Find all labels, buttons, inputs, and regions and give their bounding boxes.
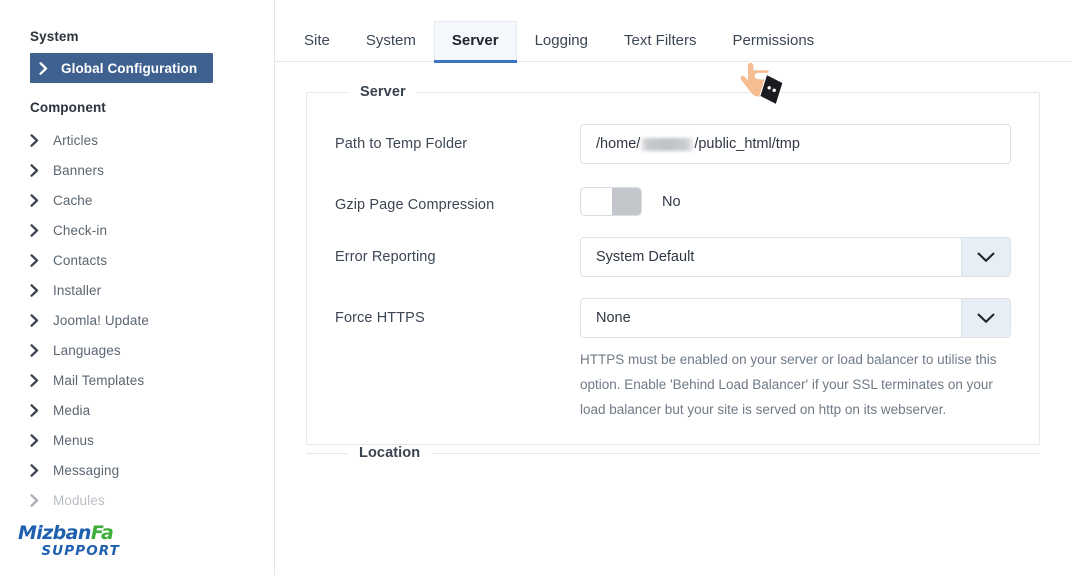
sidebar-item-label: Installer [53,283,102,298]
toggle-knob [581,188,612,215]
form-row-gzip-compression: Gzip Page Compression No [335,164,1011,216]
sidebar-item-articles[interactable]: Articles [0,126,274,155]
sidebar-item-label: Cache [53,193,93,208]
chevron-right-icon [30,254,44,267]
temp-folder-value-prefix: /home/ [596,136,641,152]
control-error-reporting: System Default [580,237,1011,277]
gzip-toggle-state-label: No [662,193,681,210]
sidebar-item-label: Banners [53,163,104,178]
joomla-global-configuration-screen: System Global Configuration Component Ar… [0,0,1084,575]
force-https-select[interactable]: None [580,298,1011,338]
sidebar-group-title-component: Component [30,100,106,115]
sidebar-item-check-in[interactable]: Check-in [0,216,274,245]
temp-folder-value-suffix: /public_html/tmp [694,136,800,152]
chevron-right-icon [30,134,44,147]
sidebar-item-label: Languages [53,343,121,358]
chevron-right-icon [30,224,44,237]
chevron-right-icon [30,314,44,327]
chevron-down-icon[interactable] [961,299,1010,337]
control-gzip-page-compression: No [580,185,1011,216]
tab-system[interactable]: System [348,21,434,62]
error-reporting-select[interactable]: System Default [580,237,1011,277]
server-fieldset-legend: Server [360,84,406,100]
control-force-https: None HTTPS must be enabled on your serve… [580,298,1011,422]
server-tab-panel: Server Path to Temp Folder /home/ /public… [275,62,1084,485]
temp-folder-input[interactable]: /home/ /public_html/tmp [580,124,1011,164]
chevron-right-icon [30,194,44,207]
mizbanfa-support-logo: MizbanFa SUPPORT [18,524,122,559]
sidebar-item-banners[interactable]: Banners [0,156,274,185]
chevron-right-icon [30,164,44,177]
redacted-username-blur [641,137,694,151]
sidebar-item-label: Menus [53,433,95,448]
server-fieldset: Server Path to Temp Folder /home/ /public… [306,84,1040,445]
sidebar-item-label: Global Configuration [61,60,198,76]
chevron-right-icon [30,434,44,447]
label-error-reporting: Error Reporting [335,249,436,265]
sidebar: System Global Configuration Component Ar… [0,0,275,575]
sidebar-item-media[interactable]: Media [0,396,274,425]
sidebar-item-label: Messaging [53,463,120,478]
label-gzip-page-compression: Gzip Page Compression [335,197,495,213]
sidebar-item-installer[interactable]: Installer [0,276,274,305]
config-tabs: Site System Server Logging Text Filters … [275,0,1084,63]
sidebar-item-mail-templates[interactable]: Mail Templates [0,366,274,395]
location-fieldset: Location [306,445,1040,485]
form-row-temp-folder: Path to Temp Folder /home/ /public_html/t… [335,100,1011,164]
sidebar-item-global-configuration[interactable]: Global Configuration [30,53,213,83]
chevron-right-icon [30,374,44,387]
control-path-to-temp-folder: /home/ /public_html/tmp [580,124,1011,164]
sidebar-group-title-system: System [30,29,79,44]
sidebar-item-messaging[interactable]: Messaging [0,456,274,485]
logo-tagline: SUPPORT [41,543,120,559]
sidebar-item-label: Joomla! Update [53,313,149,328]
sidebar-item-label: Contacts [53,253,108,268]
form-row-error-reporting: Error Reporting System Default [335,216,1011,277]
chevron-right-icon [30,404,44,417]
form-row-force-https: Force HTTPS None HTTPS must be enabled o… [335,277,1011,422]
logo-wordmark: MizbanFa [18,524,122,543]
sidebar-item-modules[interactable]: Modules [0,486,274,515]
sidebar-item-languages[interactable]: Languages [0,336,274,365]
gzip-toggle-wrapper: No [580,185,1011,216]
chevron-right-icon [30,344,44,357]
sidebar-item-contacts[interactable]: Contacts [0,246,274,275]
chevron-right-icon [30,464,44,477]
error-reporting-selected-value: System Default [596,249,695,265]
sidebar-item-label: Articles [53,133,99,148]
sidebar-scroll-area[interactable]: System Global Configuration Component Ar… [0,0,274,575]
sidebar-item-label: Check-in [53,223,108,238]
sidebar-item-menus[interactable]: Menus [0,426,274,455]
force-https-help-text: HTTPS must be enabled on your server or … [580,352,997,417]
tab-site[interactable]: Site [286,21,348,62]
logo-brand-primary: Mizban [18,522,91,544]
force-https-selected-value: None [596,310,631,326]
sidebar-item-cache[interactable]: Cache [0,186,274,215]
sidebar-item-label: Mail Templates [53,373,145,388]
chevron-right-icon [39,61,53,75]
chevron-down-icon[interactable] [961,238,1010,276]
sidebar-item-label: Media [53,403,91,418]
tab-permissions[interactable]: Permissions [715,21,833,62]
location-fieldset-legend: Location [359,445,421,461]
tab-server[interactable]: Server [433,21,517,63]
chevron-right-icon [30,284,44,297]
label-path-to-temp-folder: Path to Temp Folder [335,136,468,152]
main-content: Site System Server Logging Text Filters … [275,0,1084,575]
logo-brand-secondary: Fa [90,522,114,544]
tab-text-filters[interactable]: Text Filters [606,21,715,62]
gzip-toggle-switch[interactable] [580,187,642,216]
chevron-right-icon [30,494,44,507]
sidebar-item-joomla-update[interactable]: Joomla! Update [0,306,274,335]
sidebar-item-label: Modules [53,493,105,508]
tab-logging[interactable]: Logging [517,21,606,62]
label-force-https: Force HTTPS [335,310,425,326]
